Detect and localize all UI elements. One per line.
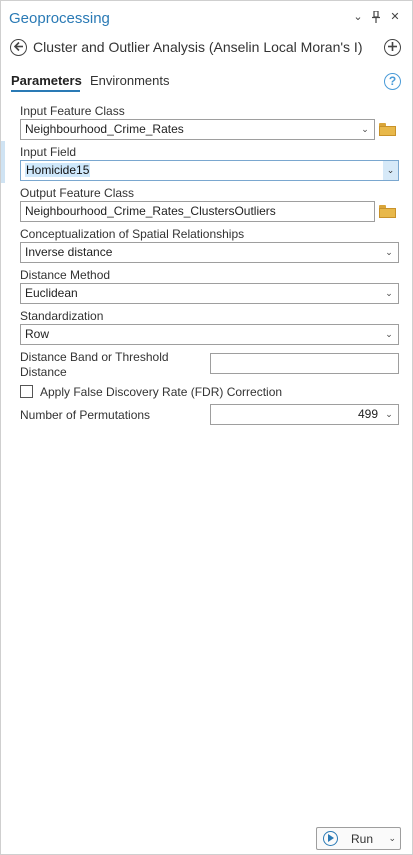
back-arrow-icon[interactable] [10, 39, 27, 56]
chevron-down-icon[interactable]: ⌄ [383, 284, 395, 303]
help-icon[interactable]: ? [384, 73, 401, 90]
permutations-value: 499 [357, 407, 378, 421]
conceptualization-select[interactable]: Inverse distance ⌄ [20, 242, 399, 263]
chevron-down-icon[interactable]: ⌄ [388, 833, 396, 844]
distance-method-value: Euclidean [25, 286, 78, 300]
chevron-down-icon[interactable]: ⌄ [383, 243, 395, 262]
input-feature-class-label: Input Feature Class [20, 104, 125, 118]
run-label: Run [351, 832, 374, 846]
input-feature-class-select[interactable]: Neighbourhood_Crime_Rates ⌄ [20, 119, 375, 140]
chevron-down-icon[interactable]: ⌄ [383, 161, 398, 180]
pane-options-chevron-icon[interactable]: ⌄ [351, 9, 365, 25]
distance-method-select[interactable]: Euclidean ⌄ [20, 283, 399, 304]
input-feature-class-value: Neighbourhood_Crime_Rates [25, 122, 184, 136]
tool-header: Cluster and Outlier Analysis (Anselin Lo… [1, 35, 412, 61]
fdr-checkbox[interactable] [20, 385, 33, 398]
fdr-label: Apply False Discovery Rate (FDR) Correct… [40, 385, 283, 399]
input-field-value: Homicide15 [25, 163, 91, 177]
conceptualization-label: Conceptualization of Spatial Relationshi… [20, 227, 245, 241]
active-parameter-indicator [1, 141, 5, 183]
distance-method-label: Distance Method [20, 268, 111, 282]
output-feature-class-label: Output Feature Class [20, 186, 135, 200]
chevron-down-icon[interactable]: ⌄ [383, 325, 395, 344]
add-icon[interactable] [384, 39, 401, 56]
output-feature-class-input[interactable]: Neighbourhood_Crime_Rates_ClustersOutlie… [20, 201, 375, 222]
distance-band-label-line1: Distance Band or Threshold [20, 350, 169, 364]
pane-titlebar: Geoprocessing ⌄ ✕ [1, 1, 412, 35]
active-tab-indicator [11, 90, 80, 92]
output-feature-class-value: Neighbourhood_Crime_Rates_ClustersOutlie… [25, 204, 276, 218]
pin-icon[interactable] [369, 9, 383, 25]
geoprocessing-pane: Geoprocessing ⌄ ✕ Cluster and Outlier An… [0, 0, 413, 855]
chevron-down-icon[interactable]: ⌄ [359, 120, 371, 139]
conceptualization-value: Inverse distance [25, 245, 113, 259]
tab-parameters[interactable]: Parameters [11, 73, 82, 88]
chevron-down-icon[interactable]: ⌄ [383, 405, 395, 424]
permutations-select[interactable]: 499 ⌄ [210, 404, 399, 425]
distance-band-label-line2: Distance [20, 365, 67, 379]
input-field-select[interactable]: Homicide15 ⌄ [20, 160, 399, 181]
standardization-label: Standardization [20, 309, 104, 323]
tab-strip: Parameters Environments [1, 71, 412, 93]
standardization-value: Row [25, 327, 50, 341]
folder-icon[interactable] [379, 205, 397, 218]
pane-title: Geoprocessing [9, 10, 110, 27]
distance-band-input[interactable] [210, 353, 399, 374]
close-icon[interactable]: ✕ [388, 9, 402, 25]
input-field-label: Input Field [20, 145, 77, 159]
folder-icon[interactable] [379, 123, 397, 136]
play-icon [323, 831, 338, 846]
run-button[interactable]: Run ⌄ [316, 827, 401, 850]
tool-name: Cluster and Outlier Analysis (Anselin Lo… [33, 39, 363, 55]
tab-environments[interactable]: Environments [90, 73, 169, 88]
standardization-select[interactable]: Row ⌄ [20, 324, 399, 345]
permutations-label: Number of Permutations [20, 408, 151, 422]
